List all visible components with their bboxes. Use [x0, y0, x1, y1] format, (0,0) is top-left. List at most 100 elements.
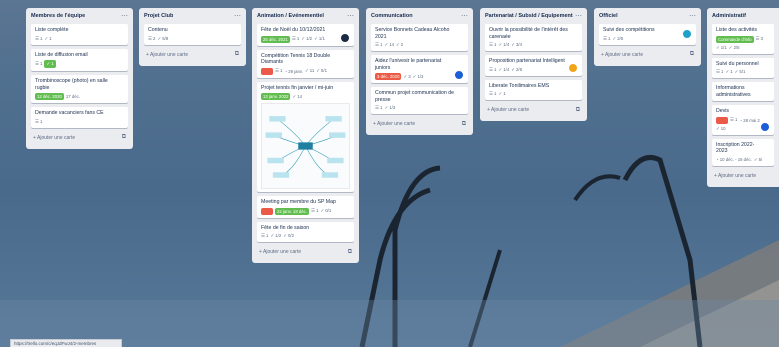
list-title[interactable]: Administratif: [712, 13, 746, 19]
description-badge: ☰ 2: [148, 35, 156, 41]
template-icon[interactable]: ⧉: [462, 121, 466, 128]
description-badge: ☰ 1: [35, 35, 43, 41]
member-avatar[interactable]: [760, 121, 770, 132]
checklist-badge: ✓ 14: [292, 93, 303, 99]
card-trombinoscope[interactable]: Trombinoscope (photo) en salle rugbie 12…: [31, 75, 128, 103]
add-card-button[interactable]: + Ajouter une carte ⧉: [144, 49, 241, 61]
add-card-button[interactable]: + Ajouter une carte ⧉: [371, 118, 468, 130]
card-title: Liste des activités: [716, 27, 757, 33]
template-icon[interactable]: ⧉: [690, 51, 694, 58]
template-icon[interactable]: ⧉: [235, 51, 239, 58]
card-liberate[interactable]: Liberate Tonilimaires EMS ☰ 1 ✓ 1: [485, 79, 582, 100]
checklist-badge: ✓ 5/: [753, 156, 763, 162]
card-commun-projet[interactable]: Commun projet communication de presse ☰ …: [371, 87, 468, 114]
ellipsis-icon[interactable]: ⋯: [687, 13, 696, 20]
add-card-button[interactable]: + Ajouter une carte ⧉: [257, 246, 354, 258]
member-avatar[interactable]: [340, 32, 350, 43]
add-card-button[interactable]: + Ajouter une carte ⧉: [485, 104, 582, 116]
member-avatar[interactable]: [682, 29, 692, 39]
red-label: [261, 207, 273, 215]
list-title[interactable]: Membres de l'équipe: [31, 13, 85, 19]
add-card-label: + Ajouter une carte: [146, 51, 189, 58]
checklist-badge: ✓ 10: [716, 125, 726, 131]
card-competition[interactable]: Compétition Tennis 18 Double Diamants ☰ …: [257, 49, 354, 78]
list-projet-club: Projet Club ⋯ Contenu ☰ 2 ✓ 6/8 + Ajoute…: [139, 8, 246, 66]
checklist-badge: ✓ 2: [396, 42, 404, 47]
ellipsis-icon[interactable]: ⋯: [119, 13, 128, 20]
list-title[interactable]: Partenariat / Subsid / Equipement: [485, 13, 573, 19]
description-badge: ☰ 1: [716, 69, 724, 74]
card-title: Devis: [716, 108, 729, 114]
checklist-badge: ✓ 6/8: [157, 35, 169, 41]
checklist-badge: ✓ 1/3: [384, 105, 396, 110]
member-avatar[interactable]: [568, 62, 578, 73]
checklist-badge: ✓ 1/3: [412, 73, 424, 79]
checklist-badge: ✓ 2/8: [511, 66, 522, 72]
trello-board: Membres de l'équipe ⋯ Liste complète ☰ 1…: [0, 0, 779, 347]
card-title: Service Bonnets Cadeau Alcoho 2021: [375, 27, 450, 40]
card-demande[interactable]: Demande vacanciers fans CE ☰ 1: [31, 107, 128, 128]
due-date-badge: 25 déc. 2021: [261, 35, 290, 43]
card-devis[interactable]: Devis ☰ 1 ◔ 28 mai 2 ✓ 10: [712, 105, 774, 135]
list-title[interactable]: Communication: [371, 13, 413, 19]
ellipsis-icon[interactable]: ⋯: [459, 13, 468, 20]
card-title: Liste complète: [35, 27, 69, 33]
card-aidez[interactable]: Aidez l'univesir le partenariat juniors …: [371, 55, 468, 83]
list-title[interactable]: Officiel: [599, 13, 618, 19]
due-date-badge: ◔ 10 déc. - 16 déc.: [716, 157, 752, 162]
description-badge: ☰ 1: [489, 42, 497, 47]
card-fete-fin-saison[interactable]: Fête de fin de saison ☰ 1 ✓ 1/2 ✓ 0/2: [257, 221, 354, 242]
card-liste-diffusion[interactable]: Liste de diffusion email ☰ 1 ✓ 1: [31, 48, 128, 71]
add-card-button[interactable]: + Ajouter une carte: [712, 170, 774, 182]
card-service-bonnets[interactable]: Service Bonnets Cadeau Alcoho 2021 ☰ 1 ✓…: [371, 24, 468, 51]
description-badge: ☰ 1: [375, 105, 383, 110]
ellipsis-icon[interactable]: ⋯: [232, 13, 241, 20]
checklist-badge: ✓ 2/5: [728, 44, 740, 50]
list-officiel: Officiel ⋯ Suivi des compétitions ☰ 1 ✓ …: [594, 8, 701, 66]
card-title: Commun projet communication de presse: [375, 90, 455, 103]
member-avatar[interactable]: [454, 70, 464, 80]
checklist-badge: ✓ 1/2: [270, 233, 282, 238]
add-card-label: + Ajouter une carte: [601, 51, 644, 58]
checklist-badge: ✓ 5/1: [316, 68, 328, 73]
list-title[interactable]: Projet Club: [144, 13, 173, 19]
card-proposition[interactable]: Proposition partenariat Intelligent ☰ 1 …: [485, 55, 582, 76]
list-partenariat: Partenariat / Subsid / Equipement ⋯ Ouvr…: [480, 8, 587, 121]
ellipsis-icon[interactable]: ⋯: [345, 13, 354, 20]
card-projet-tennis[interactable]: Projet tennis fin janvier / mi-juin 13 j…: [257, 81, 354, 192]
list-animation: Animation / Evénementiel ⋯ Fête de Noël …: [252, 8, 359, 263]
checklist-badge: ✓ 14: [384, 42, 395, 47]
card-ouvrir[interactable]: Ouvrir la possibilité de l'intérêt des c…: [485, 24, 582, 51]
template-icon[interactable]: ⧉: [122, 134, 126, 141]
card-liste-activites[interactable]: Liste des activités Commande d'info ☰ 3 …: [712, 24, 774, 54]
add-card-button[interactable]: + Ajouter une carte ⧉: [599, 49, 696, 61]
checklist-badge: ✓ 1/1: [716, 44, 727, 50]
card-fete-noel[interactable]: Fête de Noël du 10/12/2021 25 déc. 2021 …: [257, 24, 354, 46]
card-contenu[interactable]: Contenu ☰ 2 ✓ 6/8: [144, 24, 241, 45]
template-icon[interactable]: ⧉: [348, 249, 352, 256]
card-suivi-personnel[interactable]: Suivi du personnel ☰ 1 ✓ 1 ✓ 5/1: [712, 57, 774, 78]
card-title: Fête de Noël du 10/12/2021: [261, 27, 326, 33]
list-title[interactable]: Animation / Evénementiel: [257, 13, 324, 19]
card-meeting[interactable]: Meeting par membre du SP Map 22 janv. 18…: [257, 196, 354, 218]
card-title: Proposition partenariat Intelligent: [489, 58, 565, 64]
ellipsis-icon[interactable]: ⋯: [573, 13, 582, 20]
card-title: Meeting par membre du SP Map: [261, 199, 336, 205]
status-url: https://trello.com/c/eqJdFwJ4/2-membres: [14, 341, 97, 346]
checklist-badge: ✓ 1: [44, 60, 56, 68]
due-date-badge: Commande d'info: [716, 35, 754, 43]
template-icon[interactable]: ⧉: [576, 107, 580, 114]
card-title: Informations administratives: [716, 85, 751, 98]
checklist-badge: ✓ 1: [44, 35, 52, 41]
card-suivi-competitions[interactable]: Suivi des compétitions ☰ 1 ✓ 2/5: [599, 24, 696, 45]
due-date-badge: 22 janv. 18 déc.: [275, 207, 310, 215]
card-title: Fête de fin de saison: [261, 224, 310, 231]
checklist-badge: ✓ 0/2: [283, 233, 294, 238]
card-infos-admin[interactable]: Informations administratives: [712, 82, 774, 101]
card-title: Demande vacanciers fans CE: [35, 110, 104, 116]
checklist-badge: ✓ 5/1: [734, 69, 746, 74]
add-card-label: + Ajouter une carte: [259, 249, 302, 255]
add-card-button[interactable]: + Ajouter une carte ⧉: [31, 132, 128, 144]
card-inscription[interactable]: Inscription 2022-2023 ◔ 10 déc. - 16 déc…: [712, 138, 774, 166]
card-liste-complete[interactable]: Liste complète ☰ 1 ✓ 1: [31, 24, 128, 45]
